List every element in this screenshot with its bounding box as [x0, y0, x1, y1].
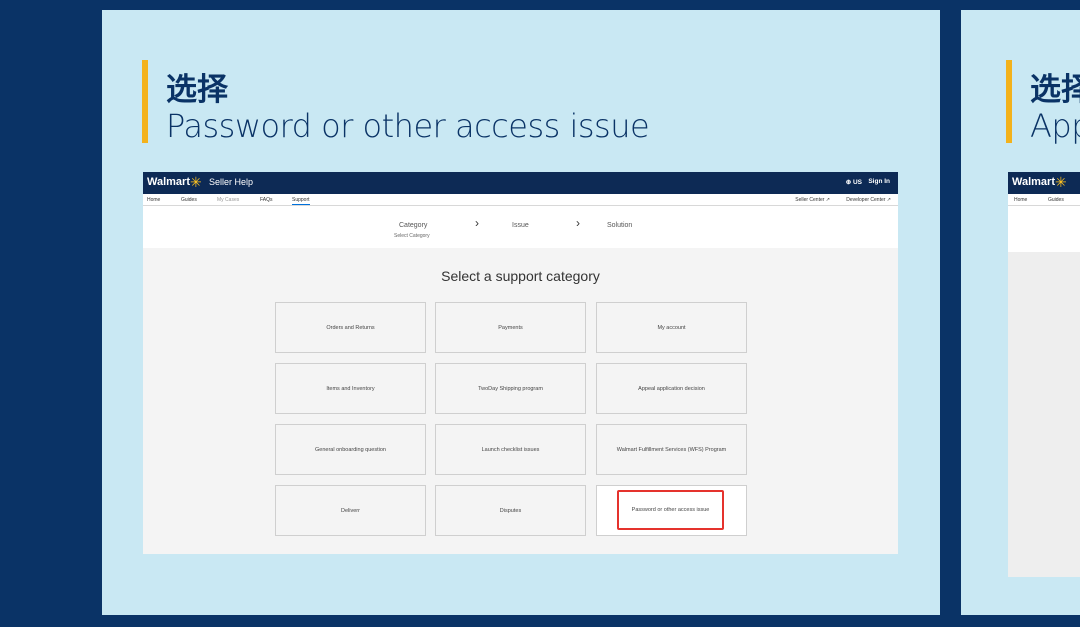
category-tile[interactable]: My account — [596, 302, 747, 353]
walmart-screenshot: Walmart ✳ Seller Help ⊕ US Sign In Home … — [143, 172, 898, 554]
tile-label: Items and Inventory — [326, 385, 375, 392]
spark-icon: ✳ — [1055, 174, 1067, 190]
nav-home[interactable]: Home — [147, 197, 160, 203]
slide-title: 选择 — [166, 72, 228, 108]
nav-home[interactable]: Home — [1014, 197, 1027, 203]
nav-faqs[interactable]: FAQs — [260, 197, 273, 203]
tile-label: Appeal application decision — [638, 385, 705, 392]
sign-in-link[interactable]: Sign In — [868, 178, 890, 185]
step-category: Category — [399, 222, 428, 229]
tile-label: Password or other access issue — [631, 507, 710, 513]
tile-label: Walmart Fulfillment Services (WFS) Progr… — [616, 446, 727, 453]
tile-label: Payments — [498, 324, 523, 331]
tile-label: Deliverr — [341, 507, 360, 514]
walmart-logo[interactable]: Walmart — [147, 176, 190, 188]
category-tile[interactable]: Walmart Fulfillment Services (WFS) Progr… — [596, 424, 747, 475]
walmart-screenshot: Walmart ✳ Home Guides — [1008, 172, 1080, 577]
category-tile[interactable]: Orders and Returns — [275, 302, 426, 353]
walmart-header: Walmart ✳ Seller Help ⊕ US Sign In — [143, 172, 898, 194]
category-tile[interactable]: Launch checklist issues — [435, 424, 586, 475]
nav-guides[interactable]: Guides — [1048, 197, 1064, 203]
steps-area — [1008, 206, 1080, 252]
app-name: Seller Help — [209, 177, 254, 187]
nav-guides[interactable]: Guides — [181, 197, 197, 203]
slide-title: 选择 — [1030, 72, 1080, 108]
chevron-right-icon: › — [475, 216, 479, 230]
accent-bar — [1006, 60, 1012, 143]
step-category-sub: Select Category — [394, 233, 430, 239]
walmart-header: Walmart ✳ — [1008, 172, 1080, 194]
slide-subtitle: Password or other access issue — [166, 107, 650, 145]
category-tile[interactable]: Items and Inventory — [275, 363, 426, 414]
developer-center-link[interactable]: Developer Center ↗ — [846, 197, 891, 203]
nav-support[interactable]: Support — [292, 197, 310, 205]
tile-label: Disputes — [499, 507, 522, 514]
tile-label: Orders and Returns — [326, 324, 375, 331]
tile-label: Launch checklist issues — [481, 446, 540, 453]
accent-bar — [142, 60, 148, 143]
language-selector[interactable]: ⊕ US — [846, 178, 862, 186]
step-issue: Issue — [512, 222, 529, 229]
step-solution: Solution — [607, 222, 633, 229]
slide-subtitle: App — [1030, 107, 1080, 145]
category-tile[interactable]: TwoDay Shipping program — [435, 363, 586, 414]
category-tile[interactable]: Appeal application decision — [596, 363, 747, 414]
slide-card: 选择 Password or other access issue Walmar… — [102, 10, 940, 615]
tile-label: TwoDay Shipping program — [478, 385, 543, 392]
tile-label: General onboarding question — [315, 446, 386, 453]
category-tile[interactable]: Disputes — [435, 485, 586, 536]
select-category-heading: Select a support category — [441, 268, 600, 284]
progress-steps: Category Select Category › Issue › Solut… — [143, 206, 898, 248]
category-section: Select a support category Orders and Ret… — [143, 248, 898, 554]
chevron-right-icon: › — [576, 216, 580, 230]
walmart-nav: Home Guides My Cases FAQs Support Seller… — [143, 194, 898, 206]
highlight-box: Password or other access issue — [617, 490, 724, 530]
walmart-nav: Home Guides — [1008, 194, 1080, 206]
category-tile[interactable]: General onboarding question — [275, 424, 426, 475]
spark-icon: ✳ — [190, 174, 202, 190]
nav-my-cases[interactable]: My Cases — [217, 197, 239, 203]
category-tile[interactable]: Payments — [435, 302, 586, 353]
walmart-logo[interactable]: Walmart — [1012, 176, 1055, 188]
next-slide-card: 选择 App Walmart ✳ Home Guides — [961, 10, 1080, 615]
seller-center-link[interactable]: Seller Center ↗ — [795, 197, 830, 203]
tile-label: My account — [657, 324, 686, 331]
category-tile[interactable]: Deliverr — [275, 485, 426, 536]
category-tile-password[interactable]: Password or other access issue — [596, 485, 747, 536]
